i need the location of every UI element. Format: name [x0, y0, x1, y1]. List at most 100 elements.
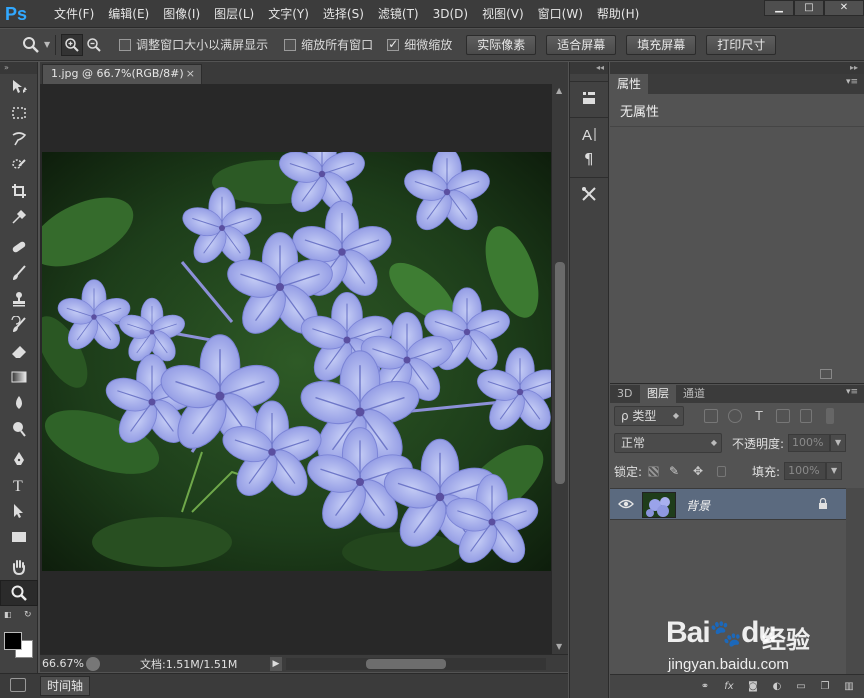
right-panels-collapse-icon[interactable]: ▸▸	[610, 62, 864, 74]
actual-pixels-button[interactable]: 实际像素	[466, 34, 537, 55]
eye-icon[interactable]	[618, 498, 634, 510]
zoom-level[interactable]: 66.67%	[40, 657, 86, 670]
checkbox-box-checked[interactable]	[387, 37, 400, 51]
scroll-down-icon[interactable]: ▼	[556, 642, 562, 651]
strip-collapse-icon[interactable]: ◂◂	[570, 62, 608, 74]
vertical-scrollbar[interactable]: ▲ ▼	[552, 84, 568, 654]
filter-type-icon[interactable]: T	[752, 409, 766, 423]
panel-menu-icon[interactable]: ▾≡	[846, 77, 858, 87]
fill-dropdown-icon[interactable]: ▼	[826, 462, 843, 480]
quick-selection-tool-icon[interactable]	[0, 152, 38, 178]
layer-filter-select[interactable]: ρ 类型 ◆	[614, 406, 684, 426]
tab-layers[interactable]: 图层	[640, 385, 676, 403]
menu-select[interactable]: 选择(S)	[316, 0, 371, 28]
lock-image-icon[interactable]: ✎	[669, 464, 683, 478]
blend-mode-select[interactable]: 正常 ◆	[614, 433, 722, 453]
shape-tool-icon[interactable]	[0, 524, 38, 550]
timeline-tab[interactable]: 时间轴	[40, 676, 91, 696]
menu-window[interactable]: 窗口(W)	[531, 0, 590, 28]
filter-adjustment-icon[interactable]	[728, 409, 742, 423]
tab-channels[interactable]: 通道	[676, 385, 712, 403]
hand-tool-icon[interactable]	[0, 554, 38, 580]
zoom-tool-icon[interactable]	[0, 580, 38, 606]
maximize-button[interactable]: □	[794, 0, 824, 16]
menu-3d[interactable]: 3D(D)	[426, 0, 475, 28]
zoom-tool-preset-icon[interactable]	[20, 34, 42, 56]
status-info-icon[interactable]	[86, 656, 100, 671]
menu-file[interactable]: 文件(F)	[47, 0, 101, 28]
lock-icon[interactable]	[818, 498, 828, 509]
opacity-field[interactable]: 100%	[788, 434, 831, 452]
trash-icon[interactable]	[820, 369, 832, 379]
checkbox-box[interactable]	[284, 38, 297, 51]
gradient-tool-icon[interactable]	[0, 364, 38, 390]
lock-transparent-icon[interactable]	[648, 465, 660, 477]
lock-all-icon[interactable]	[717, 465, 727, 477]
pen-tool-icon[interactable]	[0, 446, 38, 472]
tab-3d[interactable]: 3D	[610, 385, 639, 403]
layer-row-background[interactable]: 背景	[610, 488, 846, 520]
filter-shape-icon[interactable]	[776, 409, 790, 423]
vertical-scroll-thumb[interactable]	[555, 262, 565, 484]
properties-panel-icon[interactable]	[570, 86, 608, 110]
fill-screen-button[interactable]: 填充屏幕	[626, 34, 697, 55]
dodge-tool-icon[interactable]	[0, 416, 38, 442]
menu-image[interactable]: 图像(I)	[156, 0, 207, 28]
marquee-tool-icon[interactable]	[0, 100, 38, 126]
document-image[interactable]	[42, 152, 551, 571]
menu-type[interactable]: 文字(Y)	[261, 0, 316, 28]
zoom-in-icon[interactable]	[61, 33, 84, 56]
timeline-panel-icon[interactable]	[10, 678, 26, 692]
paragraph-panel-icon[interactable]: ¶	[570, 146, 608, 170]
move-tool-icon[interactable]	[0, 74, 38, 100]
zoom-all-checkbox[interactable]: 缩放所有窗口	[284, 36, 373, 53]
canvas-area[interactable]	[40, 84, 552, 654]
default-colors-icon[interactable]: ◧	[4, 610, 12, 619]
zoom-out-icon[interactable]	[83, 34, 105, 56]
tool-presets-icon[interactable]	[570, 182, 608, 206]
close-button[interactable]: ✕	[824, 0, 864, 16]
blur-tool-icon[interactable]	[0, 390, 38, 416]
horizontal-scrollbar[interactable]	[286, 657, 546, 670]
healing-brush-tool-icon[interactable]	[0, 234, 38, 260]
horizontal-scroll-thumb[interactable]	[366, 658, 446, 669]
swap-colors-icon[interactable]: ↻	[24, 610, 32, 620]
foreground-color-swatch[interactable]	[4, 632, 22, 650]
brush-tool-icon[interactable]	[0, 260, 38, 286]
filter-smart-object-icon[interactable]	[800, 409, 812, 423]
print-size-button[interactable]: 打印尺寸	[706, 34, 777, 55]
menu-view[interactable]: 视图(V)	[475, 0, 531, 28]
crop-tool-icon[interactable]	[0, 178, 38, 204]
path-selection-tool-icon[interactable]	[0, 498, 38, 524]
fit-screen-button[interactable]: 适合屏幕	[546, 34, 617, 55]
opacity-dropdown-icon[interactable]: ▼	[830, 434, 847, 452]
menu-help[interactable]: 帮助(H)	[590, 0, 646, 28]
eyedropper-tool-icon[interactable]	[0, 204, 38, 230]
document-tab[interactable]: 1.jpg @ 66.7%(RGB/8#) ×	[42, 64, 202, 84]
tools-collapse-icon[interactable]: »	[0, 62, 37, 74]
menu-filter[interactable]: 滤镜(T)	[371, 0, 426, 28]
filter-pixel-icon[interactable]	[704, 409, 718, 423]
lasso-tool-icon[interactable]	[0, 126, 38, 152]
tab-properties[interactable]: 属性	[610, 74, 649, 94]
checkbox-box[interactable]	[119, 38, 132, 51]
character-panel-icon[interactable]: A	[570, 122, 608, 146]
lock-position-icon[interactable]: ✥	[693, 464, 707, 478]
menu-layer[interactable]: 图层(L)	[207, 0, 261, 28]
resize-windows-checkbox[interactable]: 调整窗口大小以满屏显示	[119, 36, 268, 53]
status-menu-icon[interactable]: ▶	[270, 656, 282, 671]
history-brush-tool-icon[interactable]	[0, 312, 38, 338]
panel-menu-icon[interactable]: ▾≡	[846, 387, 858, 397]
layer-name[interactable]: 背景	[686, 497, 710, 514]
type-tool-icon[interactable]: T	[0, 472, 38, 498]
scroll-up-icon[interactable]: ▲	[556, 86, 562, 95]
fill-field[interactable]: 100%	[784, 462, 827, 480]
menu-edit[interactable]: 编辑(E)	[101, 0, 156, 28]
preset-caret-icon[interactable]: ▼	[44, 40, 50, 49]
minimize-button[interactable]: ▁	[764, 0, 794, 16]
eraser-tool-icon[interactable]	[0, 338, 38, 364]
filter-toggle-icon[interactable]	[826, 408, 834, 424]
close-tab-icon[interactable]: ×	[186, 65, 195, 83]
clone-stamp-tool-icon[interactable]	[0, 286, 38, 312]
scrubby-zoom-checkbox[interactable]: 细微缩放	[387, 36, 452, 53]
